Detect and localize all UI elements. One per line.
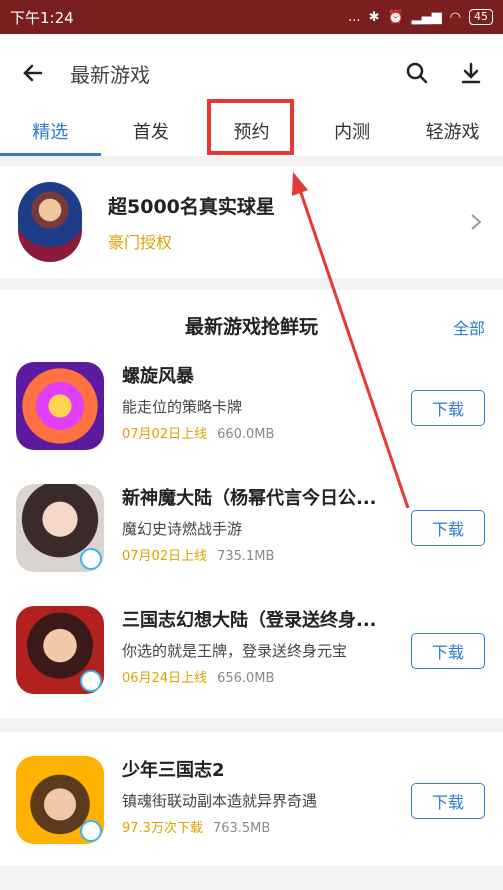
game-desc: 你选的就是王牌，登录送终身元宝	[122, 642, 348, 660]
promo-card[interactable]: 超5000名真实球星 豪门授权	[0, 166, 503, 278]
bluetooth-icon: ✱	[368, 9, 380, 25]
tab-bar: 精选 首发 预约 内测 轻游戏	[0, 112, 503, 156]
game-icon	[16, 756, 104, 844]
status-bar: 下午1:24 ... ✱ ⏰ ▂▄▆ ◠ 45	[0, 0, 503, 34]
status-icons: ... ✱ ⏰ ▂▄▆ ◠ 45	[348, 9, 493, 25]
tab-beta[interactable]: 内测	[302, 112, 403, 156]
game-desc: 能走位的策略卡牌	[122, 398, 243, 416]
game-size: 656.0MB	[217, 671, 275, 686]
game-date: 06月24日上线	[122, 671, 208, 686]
game-name: 螺旋风暴	[122, 366, 194, 387]
download-button[interactable]: 下载	[411, 510, 485, 546]
see-all-link[interactable]: 全部	[453, 315, 485, 339]
game-meta: 06月24日上线 656.0MB	[122, 667, 392, 686]
divider	[0, 278, 503, 290]
download-icon	[461, 62, 481, 84]
section-title: 最新游戏抢鲜玩	[184, 316, 318, 338]
game-meta: 97.3万次下载 763.5MB	[122, 817, 392, 836]
more-dots-icon: ...	[348, 9, 361, 25]
tab-light-games[interactable]: 轻游戏	[402, 112, 503, 156]
page-title: 最新游戏	[70, 62, 150, 87]
download-button[interactable]: 下载	[411, 783, 485, 819]
battery-icon: 45	[469, 9, 493, 25]
divider	[0, 866, 503, 890]
game-downloads: 97.3万次下载	[122, 821, 203, 836]
game-icon	[16, 484, 104, 572]
search-icon	[406, 62, 428, 84]
game-size: 735.1MB	[217, 549, 275, 564]
badge-icon	[80, 548, 102, 570]
download-manager-button[interactable]	[457, 59, 485, 87]
game-date: 07月02日上线	[122, 427, 208, 442]
back-button[interactable]	[18, 58, 48, 88]
status-time: 下午1:24	[10, 8, 74, 27]
wifi-icon: ◠	[449, 9, 461, 25]
badge-icon	[80, 820, 102, 842]
game-size: 763.5MB	[212, 821, 271, 836]
game-desc: 魔幻史诗燃战手游	[122, 520, 243, 538]
game-name: 少年三国志2	[122, 760, 225, 781]
divider	[0, 718, 503, 732]
game-meta: 07月02日上线 735.1MB	[122, 545, 392, 564]
divider	[0, 156, 503, 166]
badge-icon	[80, 670, 102, 692]
alarm-icon: ⏰	[387, 9, 404, 25]
game-name: 三国志幻想大陆（登录送终身...	[122, 610, 377, 631]
search-button[interactable]	[403, 59, 431, 87]
game-date: 07月02日上线	[122, 549, 208, 564]
tab-reservation[interactable]: 预约	[201, 112, 302, 156]
download-button[interactable]: 下载	[411, 390, 485, 426]
signal-icon: ▂▄▆	[411, 9, 442, 25]
game-icon	[16, 606, 104, 694]
game-meta: 07月02日上线 660.0MB	[122, 423, 392, 442]
game-desc: 镇魂街联动副本造就异界奇遇	[122, 792, 318, 810]
tab-first-release[interactable]: 首发	[101, 112, 202, 156]
game-icon	[16, 362, 104, 450]
game-name: 新神魔大陆（杨幂代言今日公...	[122, 488, 377, 509]
download-button[interactable]: 下载	[411, 633, 485, 669]
promo-title: 超5000名真实球星	[108, 195, 275, 218]
app-header: 最新游戏	[0, 34, 503, 112]
game-size: 660.0MB	[217, 427, 275, 442]
back-arrow-icon	[23, 64, 43, 82]
tab-featured[interactable]: 精选	[0, 112, 101, 156]
promo-avatar	[18, 182, 82, 262]
promo-subtitle: 豪门授权	[108, 232, 173, 252]
chevron-right-icon	[467, 213, 485, 231]
